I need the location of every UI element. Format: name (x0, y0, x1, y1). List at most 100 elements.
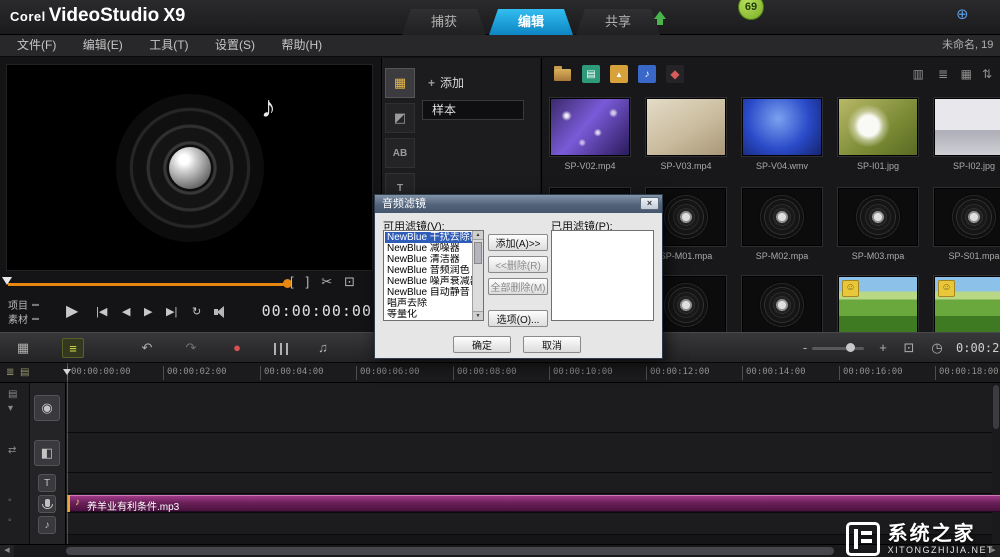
list-scroll-thumb[interactable] (474, 242, 482, 264)
menu-help[interactable]: 帮助(H) (270, 35, 333, 56)
repeat-button[interactable]: ↻ (192, 305, 201, 318)
playhead[interactable] (63, 363, 71, 544)
ok-button[interactable]: 确定 (453, 336, 511, 353)
track-dot-icon[interactable]: ◦ (8, 495, 12, 506)
filter-option[interactable]: NewBlue 音频润色 (385, 265, 472, 276)
volume-icon[interactable] (214, 306, 228, 318)
video-track-row[interactable] (66, 383, 1000, 433)
library-item[interactable]: SP-I01.jpg (832, 98, 924, 171)
all-tracks-icon[interactable]: ▤ (8, 389, 17, 400)
library-item[interactable] (928, 276, 1000, 332)
vertical-scrollbar[interactable] (992, 383, 1000, 544)
library-item[interactable] (736, 276, 828, 332)
mode-clip[interactable]: 素材 ▬ (8, 311, 39, 326)
library-item[interactable] (832, 276, 924, 332)
notification-badge[interactable]: 69 (738, 0, 764, 20)
filter-option[interactable]: NewBlue 自动静音 (385, 287, 472, 298)
library-item[interactable]: SP-V02.mp4 (544, 98, 636, 171)
applied-filters-list[interactable] (551, 230, 654, 321)
seek-track[interactable] (8, 283, 284, 286)
import-folder-icon[interactable] (554, 66, 571, 81)
scroll-down-icon[interactable]: ▼ (473, 311, 483, 320)
storyboard-view-icon[interactable]: ▦ (12, 338, 34, 358)
nav-media-icon[interactable]: ▦ (385, 68, 415, 98)
gallery-selector[interactable]: 样本 (422, 100, 524, 120)
list-scrollbar[interactable]: ▲ ▼ (472, 231, 483, 320)
sort-icon[interactable]: ⇅ (982, 67, 992, 81)
library-item[interactable]: SP-S01.mpa (928, 188, 1000, 261)
video-track-icon[interactable]: ◉ (34, 395, 60, 421)
library-item[interactable]: SP-M03.mpa (832, 188, 924, 261)
available-filters-list[interactable]: NewBlue 干扰去除器 NewBlue 减噪器 NewBlue 清洁器 Ne… (383, 230, 484, 321)
add-filter-button[interactable]: 添加(A)>> (488, 234, 548, 251)
chevron-down-icon[interactable]: ▾ (8, 403, 13, 414)
view-list-icon[interactable]: ≣ (938, 67, 948, 81)
title-track-icon[interactable]: T (38, 474, 56, 492)
audio-clip[interactable]: ♪ 养羊业有利条件.mp3 (67, 495, 1000, 513)
mark-out-button[interactable]: ] (306, 274, 310, 290)
menu-file[interactable]: 文件(F) (6, 35, 67, 56)
zoom-in-icon[interactable]: + (872, 338, 894, 358)
tab-edit[interactable]: 编辑 (489, 9, 573, 35)
upgrade-arrow-icon[interactable] (653, 11, 667, 26)
close-icon[interactable]: × (640, 197, 659, 210)
scrollbar-thumb[interactable] (66, 547, 834, 555)
filter-option[interactable]: NewBlue 清洁器 (385, 254, 472, 265)
prev-frame-button[interactable]: ◀ (122, 305, 130, 318)
seek-bar[interactable] (2, 276, 292, 292)
title-track-row[interactable] (66, 473, 1000, 494)
next-frame-button[interactable]: ▶ (144, 305, 152, 318)
scroll-left-icon[interactable]: ◀ (0, 545, 14, 557)
track-manager-icon[interactable]: ≣ (6, 367, 14, 378)
filter-option[interactable]: NewBlue 干扰去除器 (385, 232, 472, 243)
auto-music-icon[interactable]: ♫ (312, 338, 334, 358)
track-options-icon[interactable]: ▤ (20, 367, 29, 378)
go-start-button[interactable]: |◀ (96, 305, 107, 318)
scrollbar-thumb[interactable] (993, 385, 999, 429)
filter-transitions-icon[interactable]: ◆ (666, 65, 684, 83)
mark-in-button[interactable]: [ (290, 274, 294, 290)
view-grid-icon[interactable]: ▦ (961, 67, 972, 81)
redo-icon[interactable]: ↷ (180, 338, 202, 358)
duration-clock-icon[interactable]: ◷ (926, 338, 948, 358)
filter-option[interactable]: NewBlue 噪声衰减器 (385, 276, 472, 287)
library-item[interactable]: SP-V04.wmv (736, 98, 828, 171)
remove-all-button[interactable]: 全部删除(M) (488, 278, 548, 295)
seek-thumb[interactable] (2, 277, 12, 285)
timeline-ruler[interactable]: ≣ ▤ 00:00:00:00 00:00:02:00 00:00:04:00 … (0, 363, 1000, 383)
enlarge-preview-icon[interactable]: ⊡ (344, 274, 355, 290)
globe-icon[interactable]: ⊕ (956, 7, 969, 22)
split-clip-icon[interactable]: ✂ (321, 274, 332, 290)
filter-option[interactable]: 等量化 (385, 309, 472, 319)
remove-filter-button[interactable]: <<删除(R) (488, 256, 548, 273)
filter-audio-icon[interactable]: ♪ (638, 65, 656, 83)
menu-settings[interactable]: 设置(S) (204, 35, 266, 56)
track-dot-icon[interactable]: ◦ (8, 515, 12, 526)
view-thumbnail-icon[interactable]: ▥ (913, 67, 924, 81)
mode-project[interactable]: 项目 ▬ (8, 297, 39, 312)
go-end-button[interactable]: ▶| (166, 305, 177, 318)
play-button[interactable]: ▶ (66, 301, 78, 321)
zoom-slider-handle[interactable] (846, 343, 855, 352)
overlay-track-icon[interactable]: ◧ (34, 440, 60, 466)
tab-capture[interactable]: 捕获 (402, 9, 486, 35)
filter-option[interactable]: NewBlue 减噪器 (385, 243, 472, 254)
filter-videos-icon[interactable]: ▤ (582, 65, 600, 83)
library-item[interactable]: SP-I02.jpg (928, 98, 1000, 171)
scroll-up-icon[interactable]: ▲ (473, 231, 483, 240)
record-capture-icon[interactable]: ● (226, 338, 248, 358)
options-button[interactable]: 选项(O)... (488, 310, 548, 327)
filter-option[interactable]: 唱声去除 (385, 298, 472, 309)
timeline-view-icon[interactable]: ≡ (62, 338, 84, 358)
voice-track-icon[interactable] (38, 495, 56, 513)
nav-instant-project-icon[interactable]: ◩ (385, 103, 415, 133)
overlay-track-row[interactable] (66, 433, 1000, 473)
menu-tools[interactable]: 工具(T) (138, 35, 199, 56)
add-button[interactable]: + 添加 (428, 74, 464, 91)
swap-tracks-icon[interactable]: ⇄ (8, 445, 16, 456)
library-item[interactable]: SP-V03.mp4 (640, 98, 732, 171)
zoom-slider[interactable] (812, 347, 864, 350)
sound-mixer-icon[interactable] (274, 343, 288, 355)
nav-transition-icon[interactable]: AB (385, 138, 415, 168)
undo-icon[interactable]: ↶ (136, 338, 158, 358)
